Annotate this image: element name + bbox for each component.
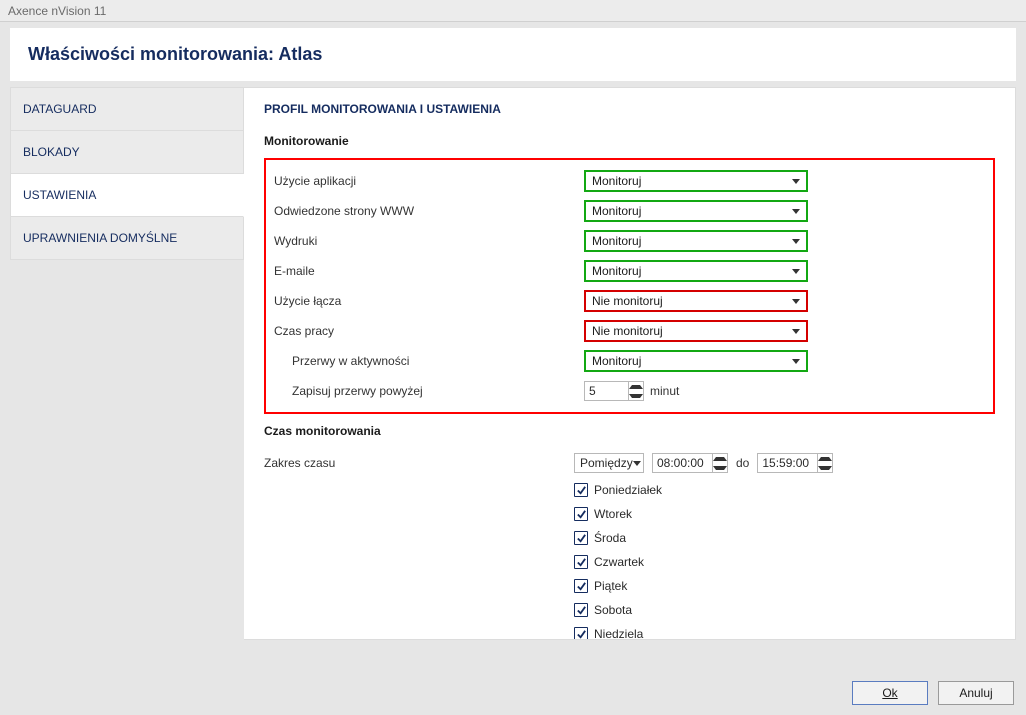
select-app-usage-value: Monitoruj [592, 174, 641, 188]
select-emails-value: Monitoruj [592, 264, 641, 278]
select-breaks[interactable]: Monitoruj [584, 350, 808, 372]
label-breaks: Przerwy w aktywności [274, 354, 584, 368]
spinner-up[interactable] [713, 454, 727, 463]
select-prints-value: Monitoruj [592, 234, 641, 248]
input-time-to-value[interactable]: 15:59:00 [758, 454, 817, 472]
checkbox-day-sat[interactable] [574, 603, 588, 617]
checkbox-day-sun[interactable] [574, 627, 588, 640]
chevron-down-icon [792, 269, 800, 274]
label-save-breaks: Zapisuj przerwy powyżej [274, 384, 584, 398]
footer: Ok Anuluj [852, 681, 1014, 705]
label-day-thu: Czwartek [594, 555, 644, 569]
select-emails[interactable]: Monitoruj [584, 260, 808, 282]
label-day-wed: Środa [594, 531, 626, 545]
spinner-up[interactable] [629, 382, 643, 391]
select-link-usage-value: Nie monitoruj [592, 294, 663, 308]
page-title: Właściwości monitorowania: Atlas [28, 44, 998, 65]
chevron-down-icon [792, 359, 800, 364]
label-day-mon: Poniedziałek [594, 483, 662, 497]
cancel-button[interactable]: Anuluj [938, 681, 1014, 705]
select-app-usage[interactable]: Monitoruj [584, 170, 808, 192]
section-title: PROFIL MONITOROWANIA I USTAWIENIA [264, 102, 995, 116]
spinner-up[interactable] [818, 454, 832, 463]
select-prints[interactable]: Monitoruj [584, 230, 808, 252]
select-breaks-value: Monitoruj [592, 354, 641, 368]
spinner-down[interactable] [818, 463, 832, 472]
input-time-from-value[interactable]: 08:00:00 [653, 454, 712, 472]
select-www[interactable]: Monitoruj [584, 200, 808, 222]
chevron-down-icon [792, 299, 800, 304]
highlight-box: Użycie aplikacji Monitoruj Odwiedzone st… [264, 158, 995, 414]
chevron-down-icon [792, 239, 800, 244]
checkbox-day-tue[interactable] [574, 507, 588, 521]
sidebar-item-ustawienia[interactable]: USTAWIENIA [10, 174, 244, 217]
select-link-usage[interactable]: Nie monitoruj [584, 290, 808, 312]
select-www-value: Monitoruj [592, 204, 641, 218]
label-emails: E-maile [274, 264, 584, 278]
label-unit-minutes: minut [650, 384, 679, 398]
monitoring-title: Monitorowanie [264, 134, 995, 148]
spinner-down[interactable] [629, 391, 643, 400]
window-title: Axence nVision 11 [0, 0, 1026, 22]
chevron-down-icon [633, 461, 641, 466]
chevron-down-icon [792, 179, 800, 184]
label-prints: Wydruki [274, 234, 584, 248]
label-time-range: Zakres czasu [264, 456, 574, 470]
select-time-mode[interactable]: Pomiędzy [574, 453, 644, 473]
label-day-sat: Sobota [594, 603, 632, 617]
select-work-time-value: Nie monitoruj [592, 324, 663, 338]
chevron-down-icon [792, 329, 800, 334]
sidebar-item-blokady[interactable]: BLOKADY [10, 131, 244, 174]
sidebar: DATAGUARD BLOKADY USTAWIENIA UPRAWNIENIA… [10, 87, 244, 640]
chevron-down-icon [792, 209, 800, 214]
input-save-breaks-value[interactable]: 5 [585, 382, 628, 400]
input-save-breaks-minutes[interactable]: 5 [584, 381, 644, 401]
header: Właściwości monitorowania: Atlas [10, 28, 1016, 81]
label-app-usage: Użycie aplikacji [274, 174, 584, 188]
label-day-sun: Niedziela [594, 627, 643, 640]
label-day-fri: Piątek [594, 579, 627, 593]
select-time-mode-value: Pomiędzy [580, 456, 633, 470]
spinner-down[interactable] [713, 463, 727, 472]
label-to: do [736, 456, 749, 470]
checkbox-day-wed[interactable] [574, 531, 588, 545]
label-work-time: Czas pracy [274, 324, 584, 338]
label-www: Odwiedzone strony WWW [274, 204, 584, 218]
time-section-title: Czas monitorowania [264, 424, 995, 438]
ok-button[interactable]: Ok [852, 681, 928, 705]
checkbox-day-mon[interactable] [574, 483, 588, 497]
label-link-usage: Użycie łącza [274, 294, 584, 308]
input-time-from[interactable]: 08:00:00 [652, 453, 728, 473]
sidebar-item-dataguard[interactable]: DATAGUARD [10, 87, 244, 131]
checkbox-day-thu[interactable] [574, 555, 588, 569]
input-time-to[interactable]: 15:59:00 [757, 453, 833, 473]
content-panel: PROFIL MONITOROWANIA I USTAWIENIA Monito… [244, 87, 1016, 640]
sidebar-item-uprawnienia[interactable]: UPRAWNIENIA DOMYŚLNE [10, 217, 244, 260]
select-work-time[interactable]: Nie monitoruj [584, 320, 808, 342]
label-day-tue: Wtorek [594, 507, 632, 521]
checkbox-day-fri[interactable] [574, 579, 588, 593]
